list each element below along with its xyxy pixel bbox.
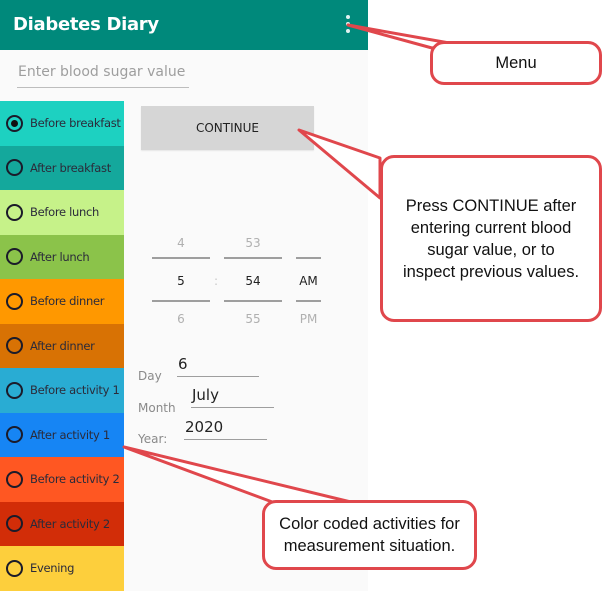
minute-value[interactable]: 54 (224, 274, 282, 288)
activities-callout: Color coded activities for measurement s… (262, 500, 477, 570)
activity-option[interactable]: Evening (0, 546, 124, 591)
hour-divider-bottom (152, 300, 210, 302)
app-bar: Diabetes Diary (0, 0, 368, 50)
time-separator: : (214, 274, 219, 288)
year-label: Year: (138, 432, 168, 446)
radio-unchecked-icon[interactable] (6, 381, 23, 399)
ampm-next[interactable]: PM (293, 312, 324, 326)
activity-label: Before activity 2 (30, 472, 120, 487)
minute-next[interactable]: 55 (224, 312, 282, 326)
activity-label: After dinner (30, 338, 95, 353)
day-field[interactable]: 6 (177, 355, 259, 377)
more-vert-icon[interactable] (340, 13, 356, 37)
radio-unchecked-icon[interactable] (6, 559, 23, 577)
continue-button[interactable]: CONTINUE (141, 106, 314, 150)
hour-prev[interactable]: 4 (152, 236, 210, 250)
activity-label: After activity 2 (30, 516, 110, 531)
app-title: Diabetes Diary (13, 14, 159, 35)
hour-next[interactable]: 6 (152, 312, 210, 326)
activity-option[interactable]: After activity 2 (0, 501, 124, 546)
minute-prev[interactable]: 53 (224, 236, 282, 250)
minute-divider-bottom (224, 300, 282, 302)
radio-unchecked-icon[interactable] (6, 515, 23, 533)
continue-callout: Press CONTINUE after entering current bl… (380, 155, 602, 322)
activity-label: Evening (30, 561, 75, 576)
activity-option[interactable]: After lunch (0, 234, 124, 279)
activity-label: After breakfast (30, 160, 111, 175)
year-field[interactable]: 2020 (184, 418, 267, 440)
radio-unchecked-icon[interactable] (6, 426, 23, 444)
activity-label: Before lunch (30, 205, 100, 220)
ampm-divider-bottom (296, 300, 321, 302)
activity-option[interactable]: Before activity 1 (0, 368, 124, 413)
radio-unchecked-icon[interactable] (6, 292, 23, 310)
radio-unchecked-icon[interactable] (6, 203, 23, 221)
month-label: Month (138, 401, 176, 415)
menu-callout: Menu (430, 41, 602, 85)
ampm-divider-top (296, 257, 321, 259)
activity-option[interactable]: After activity 1 (0, 412, 124, 457)
radio-unchecked-icon[interactable] (6, 337, 23, 355)
activity-label: Before breakfast (30, 116, 121, 131)
activity-option[interactable]: Before activity 2 (0, 457, 124, 502)
radio-checked-icon[interactable] (6, 114, 23, 132)
hour-value[interactable]: 5 (152, 274, 210, 288)
activity-label: Before dinner (30, 294, 105, 309)
activity-label: Before activity 1 (30, 383, 120, 398)
radio-unchecked-icon[interactable] (6, 470, 23, 488)
minute-divider-top (224, 257, 282, 259)
radio-unchecked-icon[interactable] (6, 159, 23, 177)
blood-sugar-input[interactable] (17, 60, 189, 88)
activity-list: Before breakfast After breakfast Before lu… (0, 101, 124, 591)
activity-option[interactable]: After breakfast (0, 145, 124, 190)
activity-option[interactable]: After dinner (0, 323, 124, 368)
hour-divider-top (152, 257, 210, 259)
ampm-value[interactable]: AM (293, 274, 324, 288)
activity-label: After activity 1 (30, 427, 110, 442)
activity-option[interactable]: Before dinner (0, 279, 124, 324)
activity-label: After lunch (30, 249, 90, 264)
activity-option[interactable]: Before breakfast (0, 101, 124, 146)
day-label: Day (138, 369, 162, 383)
month-field[interactable]: July (191, 386, 274, 408)
radio-unchecked-icon[interactable] (6, 248, 23, 266)
activity-option[interactable]: Before lunch (0, 190, 124, 235)
